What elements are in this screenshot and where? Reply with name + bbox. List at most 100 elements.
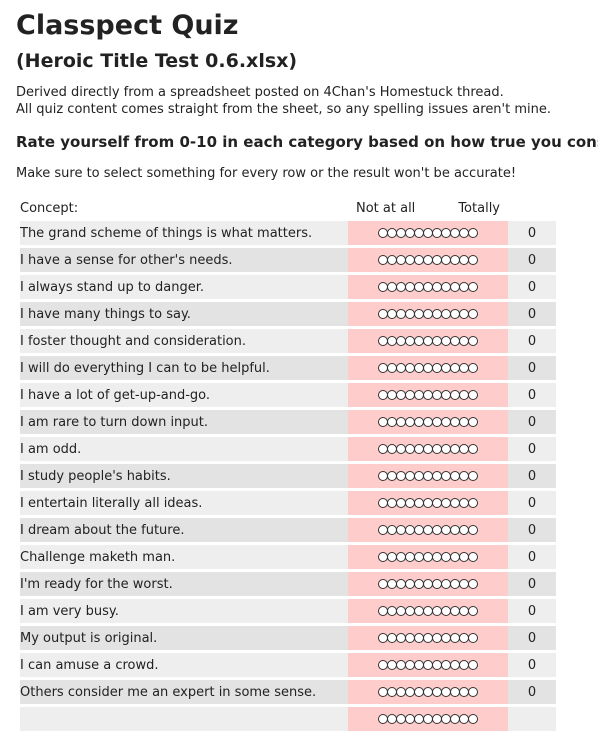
rating-radio-10[interactable] <box>468 498 478 508</box>
concept-column-header: Concept: <box>20 200 79 216</box>
rating-scale <box>348 707 508 731</box>
concept-cell: I foster thought and consideration. <box>20 329 348 353</box>
rating-scale <box>348 302 508 326</box>
quiz-row: I foster thought and consideration. 0 <box>20 329 556 353</box>
score-value <box>508 707 556 731</box>
page-container: Classpect Quiz (Heroic Title Test 0.6.xl… <box>0 0 598 734</box>
quiz-row: I am odd. 0 <box>20 437 556 461</box>
quiz-table: Concept: Not at all Totally The grand sc… <box>20 195 556 734</box>
quiz-row: I dream about the future. 0 <box>20 518 556 542</box>
rating-radio-10[interactable] <box>468 282 478 292</box>
score-value: 0 <box>508 410 556 434</box>
rating-scale <box>348 221 508 245</box>
concept-cell: I have a sense for other's needs. <box>20 248 348 272</box>
page-subtitle: (Heroic Title Test 0.6.xlsx) <box>16 50 298 72</box>
intro-line-1: Derived directly from a spreadsheet post… <box>16 85 504 100</box>
score-value: 0 <box>508 599 556 623</box>
score-value: 0 <box>508 572 556 596</box>
quiz-row: I study people's habits. 0 <box>20 464 556 488</box>
rating-radio-10[interactable] <box>468 606 478 616</box>
concept-cell: I'm ready for the worst. <box>20 572 348 596</box>
quiz-row: Challenge maketh man. 0 <box>20 545 556 569</box>
rating-radio-10[interactable] <box>468 444 478 454</box>
quiz-row: I am very busy. 0 <box>20 599 556 623</box>
quiz-row: I can amuse a crowd. 0 <box>20 653 556 677</box>
rating-radio-10[interactable] <box>468 417 478 427</box>
quiz-row: I will do everything I can to be helpful… <box>20 356 556 380</box>
scale-column-header: Not at all Totally <box>348 198 508 218</box>
score-value: 0 <box>508 275 556 299</box>
rating-radio-10[interactable] <box>468 471 478 481</box>
quiz-row: I always stand up to danger. 0 <box>20 275 556 299</box>
quiz-row: I'm ready for the worst. 0 <box>20 572 556 596</box>
rating-radio-10[interactable] <box>468 228 478 238</box>
rating-radio-10[interactable] <box>468 255 478 265</box>
rating-radio-10[interactable] <box>468 552 478 562</box>
concept-cell: I always stand up to danger. <box>20 275 348 299</box>
concept-cell: Challenge maketh man. <box>20 545 348 569</box>
score-value: 0 <box>508 248 556 272</box>
score-value: 0 <box>508 518 556 542</box>
concept-cell: I dream about the future. <box>20 518 348 542</box>
score-value: 0 <box>508 356 556 380</box>
quiz-row: I have a sense for other's needs. 0 <box>20 248 556 272</box>
rating-radio-10[interactable] <box>468 309 478 319</box>
concept-cell: I entertain literally all ideas. <box>20 491 348 515</box>
concept-cell: I am very busy. <box>20 599 348 623</box>
score-value: 0 <box>508 545 556 569</box>
rating-radio-10[interactable] <box>468 714 478 724</box>
score-value: 0 <box>508 302 556 326</box>
rating-radio-10[interactable] <box>468 633 478 643</box>
rating-radio-10[interactable] <box>468 579 478 589</box>
concept-cell: I have a lot of get-up-and-go. <box>20 383 348 407</box>
rating-radio-10[interactable] <box>468 390 478 400</box>
concept-cell: I am rare to turn down input. <box>20 410 348 434</box>
concept-cell: Others consider me an expert in some sen… <box>20 680 348 704</box>
quiz-row: Others consider me an expert in some sen… <box>20 680 556 704</box>
quiz-row: I have a lot of get-up-and-go. 0 <box>20 383 556 407</box>
rating-scale <box>348 572 508 596</box>
score-column-header <box>508 198 556 218</box>
warning-note: Make sure to select something for every … <box>16 166 517 181</box>
score-value: 0 <box>508 680 556 704</box>
quiz-row: My output is original. 0 <box>20 626 556 650</box>
concept-cell <box>20 707 348 731</box>
rating-scale <box>348 599 508 623</box>
rating-radio-10[interactable] <box>468 687 478 697</box>
rating-scale <box>348 329 508 353</box>
rating-scale <box>348 248 508 272</box>
concept-cell: I study people's habits. <box>20 464 348 488</box>
rating-radio-10[interactable] <box>468 525 478 535</box>
concept-cell: The grand scheme of things is what matte… <box>20 221 348 245</box>
intro-text: Derived directly from a spreadsheet post… <box>16 84 598 118</box>
scale-label-not-at-all: Not at all <box>356 200 416 216</box>
rating-scale <box>348 680 508 704</box>
rating-scale <box>348 383 508 407</box>
rating-radio-10[interactable] <box>468 336 478 346</box>
quiz-header-row: Concept: Not at all Totally <box>20 198 556 218</box>
score-value: 0 <box>508 437 556 461</box>
rating-scale <box>348 653 508 677</box>
rating-scale <box>348 410 508 434</box>
rating-radio-10[interactable] <box>468 363 478 373</box>
rating-scale <box>348 626 508 650</box>
rating-scale <box>348 437 508 461</box>
score-value: 0 <box>508 383 556 407</box>
concept-cell: My output is original. <box>20 626 348 650</box>
score-value: 0 <box>508 626 556 650</box>
rating-radio-10[interactable] <box>468 660 478 670</box>
concept-cell: I am odd. <box>20 437 348 461</box>
rating-scale <box>348 518 508 542</box>
quiz-row: The grand scheme of things is what matte… <box>20 221 556 245</box>
rating-scale <box>348 275 508 299</box>
rating-scale <box>348 356 508 380</box>
page-title: Classpect Quiz <box>16 10 239 41</box>
intro-line-2: All quiz content comes straight from the… <box>16 102 551 117</box>
quiz-row: I have many things to say. 0 <box>20 302 556 326</box>
quiz-row <box>20 707 556 731</box>
score-value: 0 <box>508 491 556 515</box>
score-value: 0 <box>508 653 556 677</box>
quiz-row: I entertain literally all ideas. 0 <box>20 491 556 515</box>
concept-cell: I can amuse a crowd. <box>20 653 348 677</box>
score-value: 0 <box>508 329 556 353</box>
